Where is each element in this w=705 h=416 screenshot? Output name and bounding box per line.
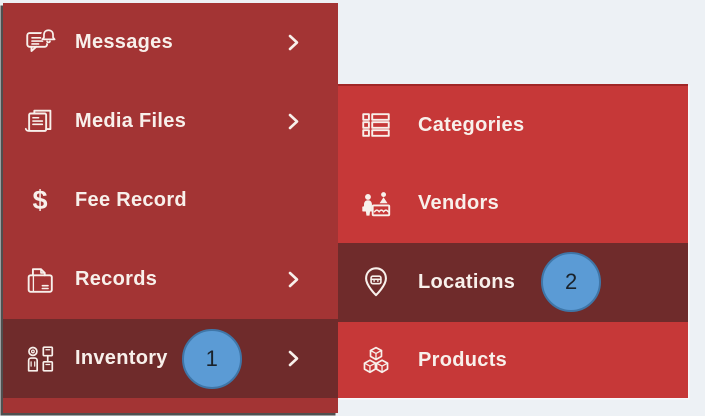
sidebar-menu: Messages Media Files $ Fee Record Record… xyxy=(3,3,338,413)
sidebar-item-label: Inventory xyxy=(75,347,168,369)
media-files-icon xyxy=(22,105,58,139)
submenu-item-label: Products xyxy=(418,349,508,372)
chevron-right-icon xyxy=(287,349,300,368)
submenu-item-label: Locations xyxy=(418,270,516,293)
sidebar-item-label: Media Files xyxy=(75,110,187,132)
step-1-annotation-circle: 1 xyxy=(181,328,242,389)
submenu-item-label: Vendors xyxy=(418,192,500,215)
submenu-item-vendors[interactable]: Vendors xyxy=(338,165,688,244)
screenshot-canvas: Messages Media Files $ Fee Record Record… xyxy=(0,0,705,416)
products-icon xyxy=(358,344,394,378)
sidebar-item-label: Fee Record xyxy=(75,189,187,211)
sidebar-item-fee-record[interactable]: $ Fee Record xyxy=(3,161,338,240)
inventory-icon xyxy=(22,342,58,376)
records-icon xyxy=(22,263,58,297)
dollar-icon: $ xyxy=(32,185,48,215)
location-pin-icon xyxy=(358,265,394,299)
inventory-submenu: Categories Vendors Locations 2 Products xyxy=(338,84,688,398)
submenu-item-categories[interactable]: Categories xyxy=(338,86,688,165)
sidebar-item-label: Messages xyxy=(75,31,174,53)
step-2-annotation-circle: 2 xyxy=(541,252,602,313)
sidebar-item-media-files[interactable]: Media Files xyxy=(3,82,338,161)
submenu-item-products[interactable]: Products xyxy=(338,322,688,401)
categories-icon xyxy=(358,108,394,142)
sidebar-item-inventory[interactable]: Inventory 1 xyxy=(3,319,338,398)
sidebar-item-records[interactable]: Records xyxy=(3,240,338,319)
sidebar-item-label: Records xyxy=(75,268,158,290)
vendors-icon xyxy=(358,187,394,221)
chevron-right-icon xyxy=(287,112,300,131)
chevron-right-icon xyxy=(287,270,300,289)
submenu-item-label: Categories xyxy=(418,113,525,136)
sidebar-item-messages[interactable]: Messages xyxy=(3,3,338,82)
messages-icon xyxy=(22,26,58,60)
chevron-right-icon xyxy=(287,33,300,52)
submenu-item-locations[interactable]: Locations 2 xyxy=(338,243,688,322)
